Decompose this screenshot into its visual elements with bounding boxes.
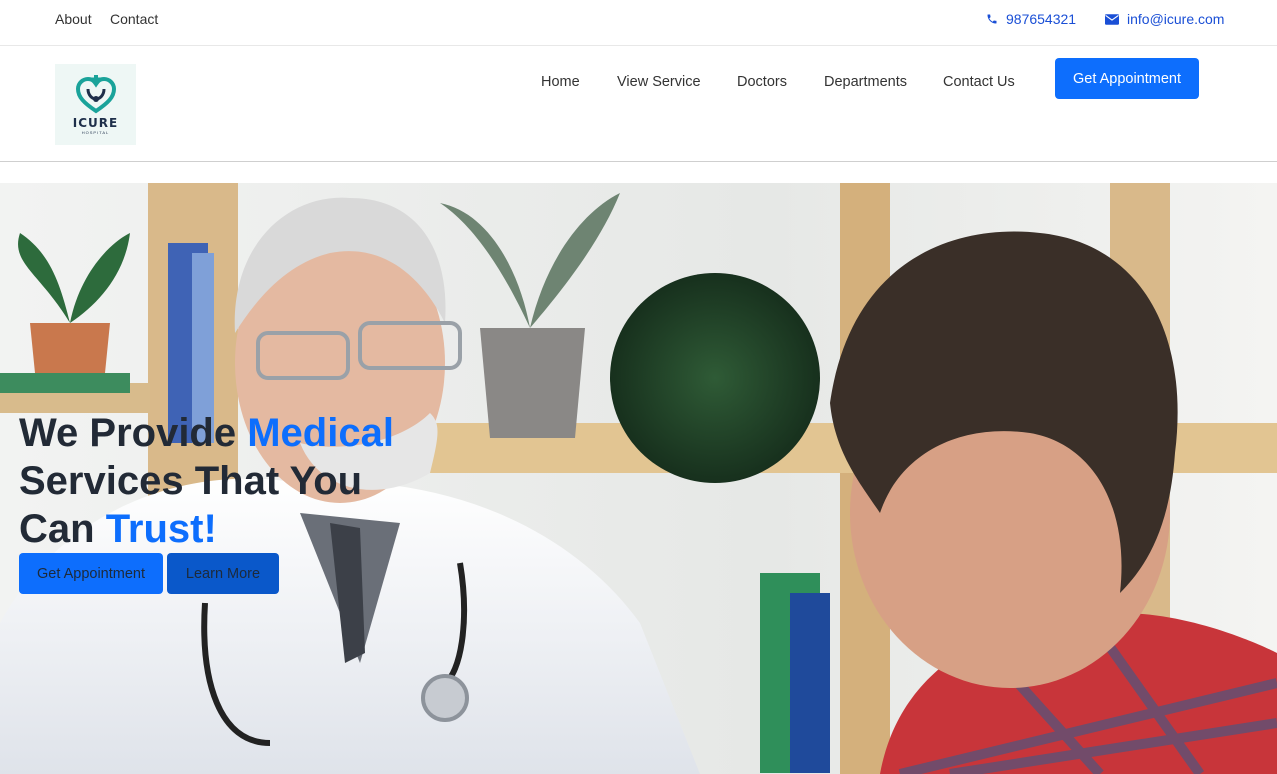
phone-icon [986, 13, 998, 25]
phone-info[interactable]: 987654321 [986, 11, 1076, 27]
logo[interactable]: ICURE HOSPITAL [55, 64, 136, 145]
hero-title-part1: We Provide [19, 411, 248, 455]
phone-number: 987654321 [1006, 11, 1077, 27]
nav-doctors[interactable]: Doctors [737, 74, 787, 90]
hero-title-accent2: Trust! [105, 507, 217, 551]
main-header: ICURE HOSPITAL Home View Service Doctors… [0, 46, 1277, 162]
email-address: info@icure.com [1127, 11, 1225, 27]
logo-text: ICURE [72, 115, 119, 130]
top-bar: About Contact 987654321 info@icure.com [0, 0, 1277, 46]
hero-title: We Provide Medical Services That You Can… [19, 409, 439, 553]
hero-title-accent1: Medical [247, 411, 394, 455]
heart-stethoscope-icon [75, 74, 116, 113]
nav-departments[interactable]: Departments [824, 74, 907, 90]
hero-section: We Provide Medical Services That You Can… [0, 183, 1277, 774]
learn-more-button[interactable]: Learn More [167, 553, 279, 594]
hero-get-appointment-button[interactable]: Get Appointment [19, 553, 163, 594]
nav-contact-us[interactable]: Contact Us [943, 74, 1015, 90]
hero-title-part3: Can [19, 507, 106, 551]
nav-view-service[interactable]: View Service [617, 74, 701, 90]
hero-title-part2: Services That You [19, 459, 363, 503]
contact-link[interactable]: Contact [110, 11, 158, 27]
about-link[interactable]: About [55, 11, 92, 27]
email-info[interactable]: info@icure.com [1105, 11, 1224, 27]
envelope-icon [1105, 13, 1119, 25]
nav-home[interactable]: Home [541, 74, 580, 90]
get-appointment-button[interactable]: Get Appointment [1055, 58, 1199, 99]
logo-subtext: HOSPITAL [81, 129, 110, 135]
